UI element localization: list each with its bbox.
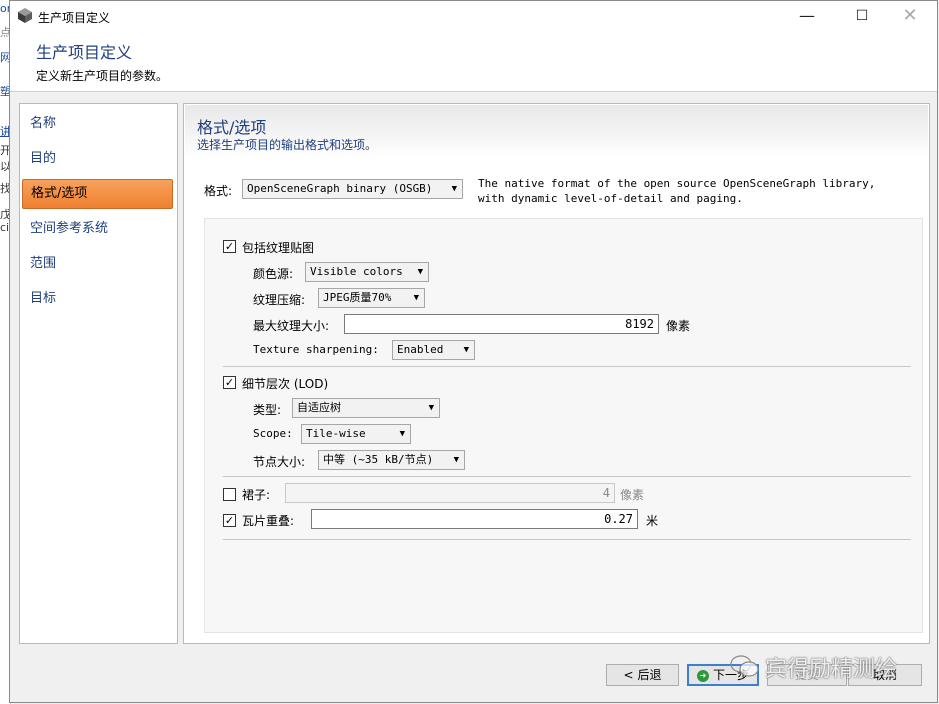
skirt-input[interactable]: 4 (285, 483, 615, 503)
format-description-line: The native format of the open source Ope… (478, 177, 876, 190)
page-subtitle: 定义新生产项目的参数。 (36, 69, 169, 83)
format-select[interactable]: OpenSceneGraph binary (OSGB) ▼ (242, 179, 463, 199)
color-source-label: 颜色源: (253, 267, 294, 281)
wizard-step-list: 名称 目的 格式/选项 空间参考系统 范围 目标 (19, 103, 178, 644)
format-description: The native format of the open source Ope… (478, 176, 918, 206)
section-header: 格式/选项 选择生产项目的输出格式和选项。 (185, 105, 928, 157)
format-description-line: with dynamic level-of-detail and paging. (478, 192, 743, 205)
lod-type-label: 类型: (253, 403, 282, 417)
chevron-left-icon: < (623, 668, 634, 682)
texture-compression-label: 纹理压缩: (253, 293, 306, 307)
max-texture-size-input[interactable]: 8192 (344, 314, 659, 334)
dropdown-arrow-icon: ▼ (451, 184, 457, 194)
separator (223, 539, 911, 540)
project-definition-dialog: 生产项目定义 — ☐ ✕ 生产项目定义 定义新生产项目的参数。 名称 目的 格式… (9, 0, 938, 703)
dialog-header: 生产项目定义 定义新生产项目的参数。 (10, 31, 937, 92)
color-source-value: Visible colors (310, 265, 403, 278)
step-extent[interactable]: 范围 (22, 250, 173, 278)
format-label: 格式: (204, 184, 233, 198)
lod-checkbox[interactable]: ✓ (223, 376, 236, 389)
checkmark-icon: ✓ (224, 376, 235, 389)
dropdown-arrow-icon: ▼ (413, 293, 419, 303)
lod-label: 细节层次 (LOD) (242, 377, 329, 391)
back-button[interactable]: < 后退 (606, 664, 679, 686)
cube-app-icon (18, 8, 32, 23)
checkmark-icon: ✓ (224, 514, 235, 527)
tile-overlap-unit: 米 (646, 514, 659, 528)
dropdown-arrow-icon: ▼ (399, 429, 405, 439)
include-texture-label: 包括纹理贴图 (242, 241, 315, 255)
node-size-label: 节点大小: (253, 455, 306, 469)
scope-value: Tile-wise (306, 427, 366, 440)
include-texture-checkbox[interactable]: ✓ (223, 240, 236, 253)
tile-overlap-checkbox[interactable]: ✓ (223, 514, 236, 527)
dropdown-arrow-icon: ▼ (463, 345, 469, 355)
window-title: 生产项目定义 (38, 11, 111, 25)
close-button[interactable]: ✕ (887, 1, 933, 31)
max-texture-size-label: 最大纹理大小: (253, 319, 330, 333)
lod-type-select[interactable]: 自适应树 ▼ (292, 398, 440, 418)
dropdown-arrow-icon: ▼ (417, 267, 423, 277)
format-options-panel: 格式/选项 选择生产项目的输出格式和选项。 格式: OpenSceneGraph… (183, 103, 930, 644)
texture-sharpening-value: Enabled (397, 343, 444, 356)
scope-select[interactable]: Tile-wise ▼ (301, 424, 411, 444)
skirt-unit: 像素 (620, 488, 645, 502)
separator (223, 366, 911, 367)
dropdown-arrow-icon: ▼ (428, 403, 434, 413)
back-button-label: 后退 (637, 668, 662, 682)
dropdown-arrow-icon: ▼ (453, 455, 459, 465)
lod-type-value: 自适应树 (297, 401, 341, 414)
format-select-value: OpenSceneGraph binary (OSGB) (247, 182, 433, 195)
texture-compression-select[interactable]: JPEG质量70% ▼ (318, 288, 425, 308)
skirt-checkbox[interactable] (223, 488, 236, 501)
separator (223, 476, 911, 477)
step-purpose[interactable]: 目的 (22, 145, 173, 173)
tile-overlap-input[interactable]: 0.27 (311, 509, 638, 529)
options-group: ✓ 包括纹理贴图 颜色源: Visible colors ▼ 纹理压缩: JPEG… (204, 218, 923, 633)
title-bar[interactable]: 生产项目定义 — ☐ ✕ (10, 1, 937, 31)
max-texture-size-unit: 像素 (666, 319, 691, 333)
maximize-button[interactable]: ☐ (839, 1, 885, 31)
step-spatial-reference[interactable]: 空间参考系统 (22, 215, 173, 243)
texture-sharpening-select[interactable]: Enabled ▼ (392, 340, 475, 360)
color-source-select[interactable]: Visible colors ▼ (305, 262, 429, 282)
step-destination[interactable]: 目标 (22, 285, 173, 313)
page-title: 生产项目定义 (36, 43, 133, 62)
node-size-select[interactable]: 中等 (~35 kB/节点) ▼ (318, 450, 465, 470)
watermark-text: 宾得励精测绘 (765, 657, 898, 682)
section-subtitle: 选择生产项目的输出格式和选项。 (197, 138, 378, 152)
step-format-options[interactable]: 格式/选项 (22, 179, 173, 209)
minimize-button[interactable]: — (784, 1, 830, 31)
texture-compression-value: JPEG质量70% (323, 291, 392, 304)
node-size-value: 中等 (~35 kB/节点) (323, 453, 434, 466)
checkmark-icon: ✓ (224, 240, 235, 253)
arrow-right-icon: ➜ (696, 669, 709, 682)
tile-overlap-label: 瓦片重叠: (242, 514, 295, 528)
skirt-label: 裙子: (242, 488, 271, 502)
section-title: 格式/选项 (197, 118, 267, 137)
texture-sharpening-label: Texture sharpening: (253, 343, 379, 356)
wechat-watermark-icon (730, 655, 759, 677)
step-name[interactable]: 名称 (22, 110, 173, 138)
scope-label: Scope: (253, 427, 293, 440)
